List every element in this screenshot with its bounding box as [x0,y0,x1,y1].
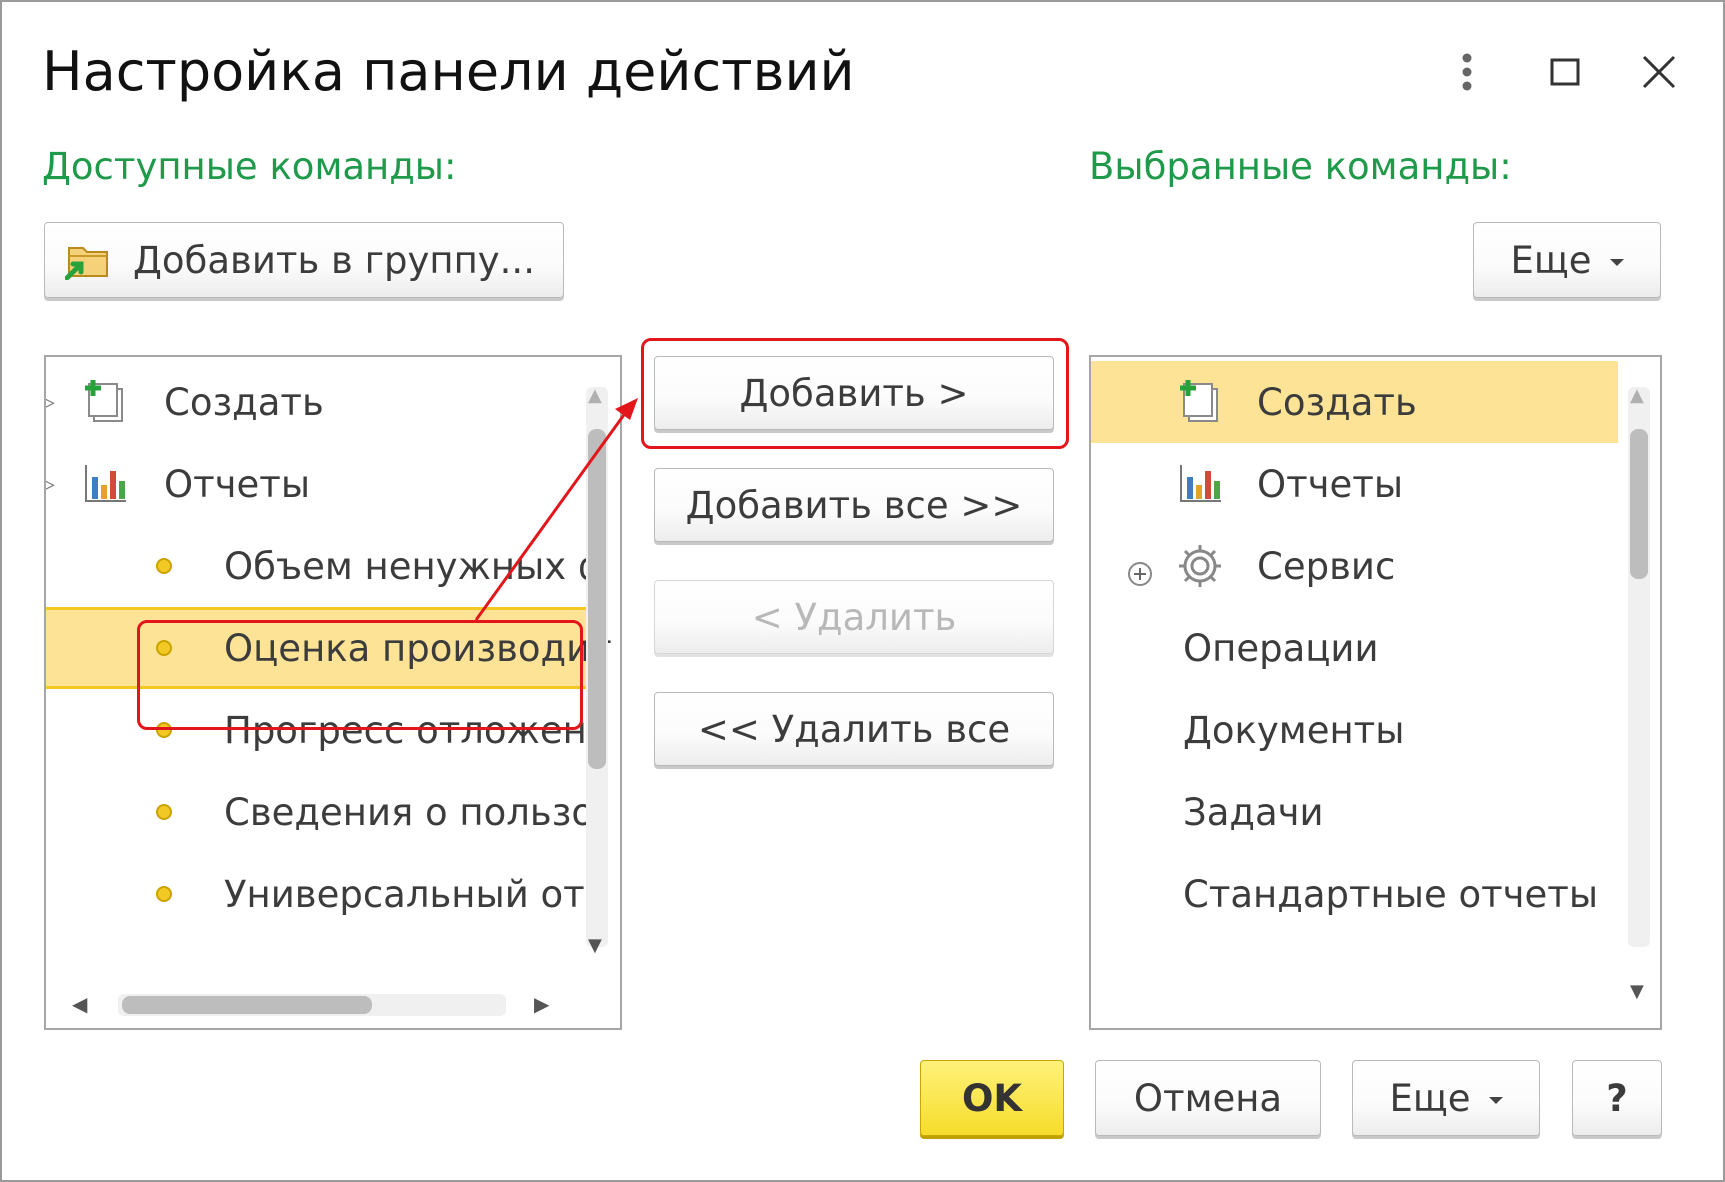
gear-icon [1175,541,1225,600]
selected-row-label: Стандартные отчеты [1183,872,1599,916]
selected-row-label: Создать [1257,380,1417,424]
selected-row-label: Отчеты [1257,462,1404,506]
dialog-window: Настройка панели действий Доступные кома… [0,0,1725,1182]
reports-icon [1179,463,1223,512]
cancel-button-label: Отмена [1133,1076,1283,1120]
help-button-label: ? [1606,1076,1628,1120]
selected-row-create[interactable]: Создать [1091,361,1618,443]
selected-row-documents[interactable]: Документы [1091,689,1618,771]
selected-row-label: Операции [1183,626,1379,670]
vertical-scrollbar-thumb[interactable] [1630,429,1648,579]
help-button[interactable]: ? [1572,1060,1662,1136]
selected-row-label: Документы [1183,708,1405,752]
create-icon [1177,377,1223,434]
scroll-down-icon[interactable]: ▼ [1630,981,1644,1002]
selected-row-standard-reports[interactable]: Стандартные отчеты [1091,853,1618,935]
selected-row-operations[interactable]: Операции [1091,607,1618,689]
ok-button[interactable]: OK [920,1060,1064,1136]
chevron-down-icon [1488,1096,1503,1104]
selected-row-label: Сервис [1257,544,1396,588]
selected-row-reports[interactable]: Отчеты [1091,443,1618,525]
selected-commands-tree[interactable]: Создать Отчеты Сервис Операции Документы… [1089,355,1662,1030]
footer-more-label: Еще [1389,1076,1471,1120]
footer-more-button[interactable]: Еще [1352,1060,1540,1136]
cancel-button[interactable]: Отмена [1095,1060,1321,1136]
ok-button-label: OK [961,1076,1023,1120]
expand-plus-icon[interactable] [1127,553,1153,596]
selected-row-tasks[interactable]: Задачи [1091,771,1618,853]
selected-row-label: Задачи [1183,790,1324,834]
scroll-up-icon[interactable]: ▲ [1630,385,1644,406]
selected-row-service[interactable]: Сервис [1091,525,1618,607]
